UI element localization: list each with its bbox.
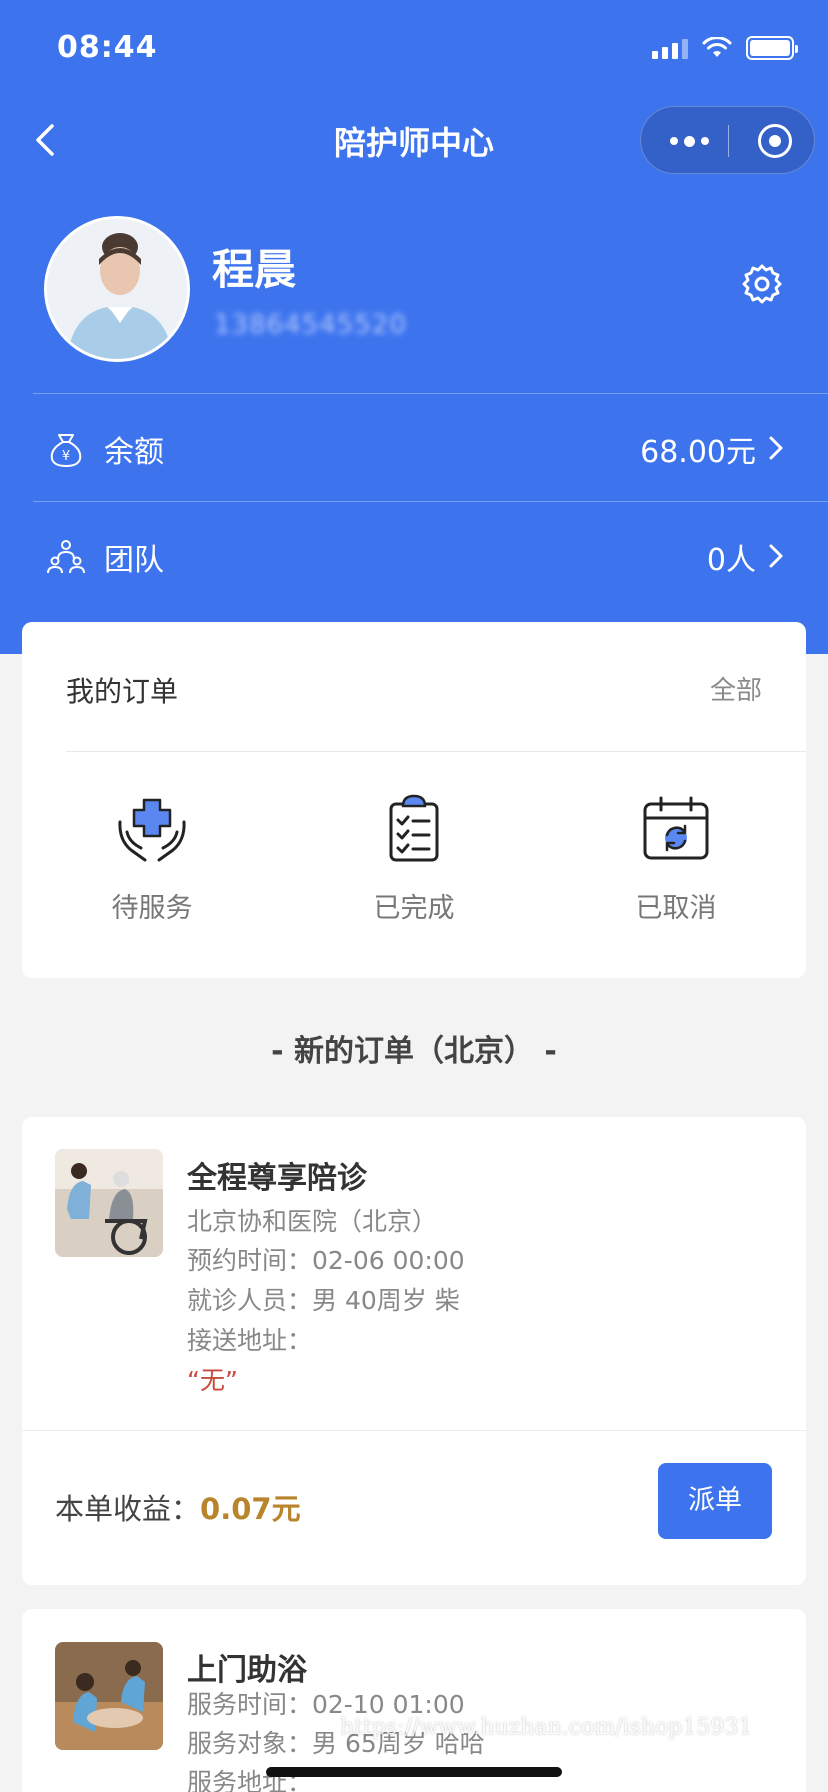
calendar-refresh-icon: [643, 796, 709, 860]
battery-icon: [746, 36, 798, 60]
earnings-label: 本单收益：: [55, 1492, 201, 1526]
earnings-value: 0.07元: [200, 1492, 301, 1526]
svg-text:¥: ¥: [62, 449, 70, 464]
team-label: 团队: [104, 543, 164, 578]
order-status-label: 已取消: [635, 893, 717, 924]
chevron-right-icon: [769, 436, 783, 460]
team-row[interactable]: 团队 0人: [0, 503, 828, 611]
order-card[interactable]: 全程尊享陪诊 北京协和医院（北京） 预约时间：02-06 00:00 就诊人员：…: [22, 1117, 806, 1585]
watermark: https://www.huzhan.com/ishop15931: [340, 1715, 753, 1740]
avatar[interactable]: [44, 216, 190, 362]
balance-row[interactable]: ¥ 余额 68.00元: [0, 395, 828, 503]
order-thumbnail: [55, 1642, 163, 1750]
gear-icon[interactable]: [740, 262, 784, 306]
team-icon: [47, 540, 85, 574]
capsule-divider: [728, 125, 729, 157]
divider: [22, 1430, 806, 1431]
order-title: 上门助浴: [187, 1653, 307, 1688]
wifi-icon: [702, 37, 732, 57]
status-icons: [652, 36, 798, 60]
money-bag-icon: ¥: [50, 434, 82, 467]
user-name: 程晨: [212, 245, 297, 294]
order-card[interactable]: 上门助浴 服务时间：02-10 01:00 服务对象：男 65周岁 哈哈 服务地…: [22, 1609, 806, 1792]
order-time: 预约时间：02-06 00:00: [187, 1246, 465, 1275]
chevron-right-icon: [769, 544, 783, 568]
home-indicator: [266, 1767, 562, 1777]
avatar-image: [47, 219, 187, 359]
order-status-label: 已完成: [373, 893, 455, 924]
order-note: “无”: [187, 1366, 238, 1395]
divider: [66, 751, 806, 752]
signal-icon: [652, 37, 688, 59]
my-orders-title: 我的订单: [66, 675, 179, 708]
balance-value: 68.00元: [640, 435, 756, 470]
order-hospital: 北京协和医院（北京）: [187, 1207, 438, 1236]
order-address-label: 接送地址：: [187, 1326, 313, 1355]
new-orders-title: - 新的订单（北京） -: [271, 1034, 557, 1069]
clipboard-check-icon: [389, 794, 439, 862]
order-thumbnail: [55, 1149, 163, 1257]
all-orders-link[interactable]: 全部: [710, 670, 762, 707]
order-status-cancelled[interactable]: 已取消: [576, 792, 776, 925]
order-earnings: 本单收益：0.07元: [55, 1486, 301, 1528]
medical-care-icon: [118, 798, 186, 862]
my-orders-card: 我的订单 全部 待服务 已完成 已取消: [22, 622, 806, 978]
order-patient: 就诊人员：男 40周岁 柴: [187, 1286, 460, 1315]
order-status-completed[interactable]: 已完成: [314, 792, 514, 925]
mini-program-capsule: [640, 106, 815, 174]
team-value: 0人: [706, 543, 756, 578]
status-time: 08:44: [57, 30, 158, 65]
divider: [33, 501, 828, 502]
divider: [33, 393, 828, 394]
balance-label: 余额: [104, 435, 164, 470]
dispatch-button[interactable]: 派单: [658, 1463, 772, 1539]
order-status-label: 待服务: [111, 893, 193, 924]
more-icon[interactable]: [666, 127, 712, 155]
order-image: [55, 1149, 163, 1257]
user-phone: 13864545520: [214, 310, 407, 340]
order-title: 全程尊享陪诊: [187, 1161, 367, 1196]
close-mini-program-icon[interactable]: [758, 124, 792, 158]
order-image: [55, 1642, 163, 1750]
order-status-pending[interactable]: 待服务: [52, 792, 252, 925]
